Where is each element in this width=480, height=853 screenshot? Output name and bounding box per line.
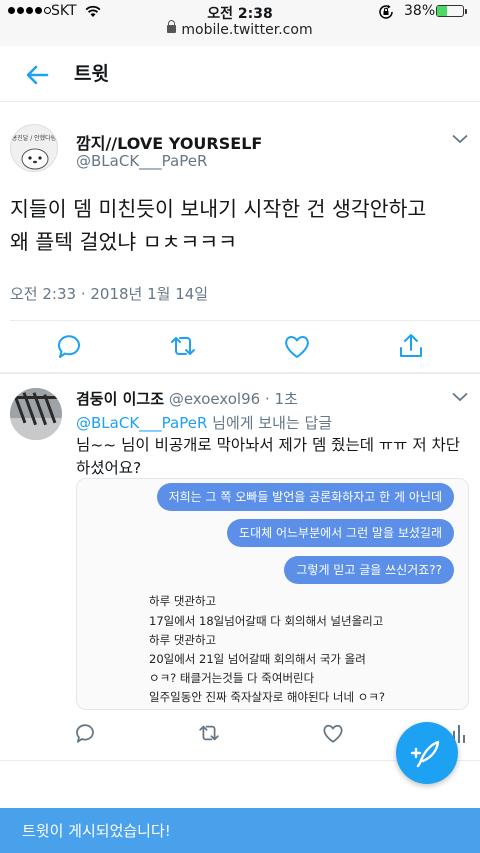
avatar[interactable] (10, 388, 62, 440)
divider (10, 320, 480, 321)
reply-context: @BLaCK___PaPeR 님에게 보내는 답글 (76, 412, 332, 433)
chat-text-line: 일주일동안 진짜 죽자살자로 해야된다 너네 ㅇㅋ? (149, 690, 385, 704)
battery-percent: 38% (404, 3, 436, 19)
lock-icon (167, 20, 177, 33)
chevron-down-icon[interactable] (452, 392, 468, 402)
battery-icon (436, 5, 464, 17)
tweet-text-line: 지들이 뎀 미친듯이 보내기 시작한 건 생각안하고 (10, 197, 427, 221)
chat-text-line: 17일에서 18일넘어갈때 다 회의해서 널년올리고 (149, 614, 384, 628)
reply-mention-link[interactable]: @BLaCK___PaPeR (76, 414, 207, 432)
reply-header: 겸둥이 이그조 @exoexol96 · 1초 (76, 388, 298, 409)
battery-tip (465, 9, 467, 14)
avatar[interactable]: 홍진달 / 안했다람 (10, 124, 58, 172)
compose-feather-icon (410, 740, 440, 768)
author-handle[interactable]: @BLaCK___PaPeR (76, 152, 207, 170)
avatar-illustration (11, 125, 57, 171)
arrow-left-icon[interactable] (22, 60, 52, 90)
divider (0, 372, 480, 374)
chat-bubble: 저희는 그 쪽 오빠들 발언을 공론화하자고 한 게 아닌데 (156, 483, 454, 511)
reply-author-name[interactable]: 겸둥이 이그조 (76, 390, 164, 408)
like-icon[interactable] (321, 721, 345, 745)
address-url[interactable]: mobile.twitter.com (0, 20, 480, 38)
rotation-lock-icon (379, 4, 393, 19)
toast-message: 트윗이 게시되었습니다! (22, 822, 171, 840)
avatar-caption: 홍진달 / 안했다람 (11, 135, 57, 142)
like-icon[interactable] (282, 331, 312, 361)
retweet-icon[interactable] (197, 721, 221, 745)
tweet-text-line: 왜 플텍 걸었냐 ㅁㅊㅋㅋㅋ (10, 230, 238, 254)
reply-author-handle[interactable]: @exoexol96 (169, 390, 260, 408)
reply-time: 1초 (274, 390, 298, 408)
separator-dot: · (264, 390, 270, 408)
toast-notification[interactable]: 트윗이 게시되었습니다! (0, 808, 480, 853)
reply-icon[interactable] (73, 721, 97, 745)
chevron-down-icon[interactable] (452, 134, 468, 144)
reply-context-text: 님에게 보내는 답글 (207, 414, 333, 432)
status-bar: SKT 오전 2:38 mobile.twitter.com 38% (0, 0, 480, 46)
page-title: 트윗 (74, 63, 109, 85)
compose-tweet-button[interactable] (396, 722, 458, 784)
reply-text: 님~~ 님이 비공개로 막아놔서 제가 뎀 줬는데 ㅠㅠ 저 차단하셨어요? (76, 436, 461, 477)
top-bar: 트윗 (0, 46, 480, 102)
chat-bubble: 도대체 어느부분에서 그런 말을 보셨길래 (227, 519, 454, 547)
reply-icon[interactable] (54, 331, 84, 361)
attached-image[interactable]: 저희는 그 쪽 오빠들 발언을 공론화하자고 한 게 아닌데 도대체 어느부분에… (76, 478, 469, 710)
retweet-icon[interactable] (168, 331, 198, 361)
url-text: mobile.twitter.com (181, 22, 313, 38)
share-icon[interactable] (396, 331, 426, 361)
tweet-text: 지들이 뎀 미친듯이 보내기 시작한 건 생각안하고 왜 플텍 걸었냐 ㅁㅊㅋㅋ… (10, 193, 474, 259)
chat-bubble: 그렇게 믿고 글을 쓰신거죠?? (284, 556, 454, 584)
chat-text-line: 하루 댓관하고 (149, 633, 217, 647)
avatar-photo (10, 388, 62, 440)
chat-text-line: 하루 댓관하고 (149, 594, 217, 608)
chat-text-line: 20일에서 21일 넘어갈때 회의해서 국가 올려 (149, 652, 366, 666)
tweet-timestamp: 오전 2:33 · 2018년 1월 14일 (10, 285, 209, 303)
author-name[interactable]: 깜지//LOVE YOURSELF (76, 130, 262, 154)
chat-text-line: ㅇㅋ? 태클거는것들 다 죽여버린다 (149, 671, 315, 685)
